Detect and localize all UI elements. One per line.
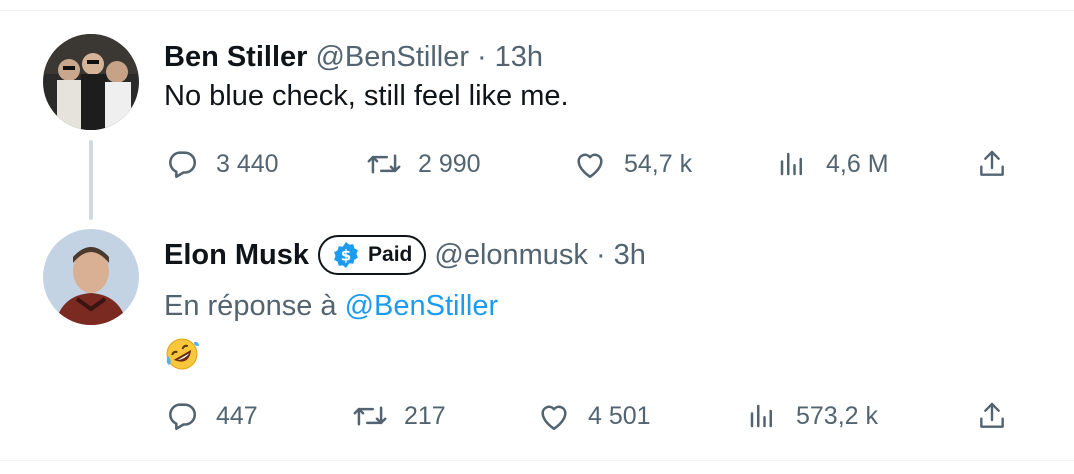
like-count: 54,7 k bbox=[624, 149, 693, 178]
thread-connector-line bbox=[89, 140, 93, 220]
badge-label: Paid bbox=[368, 243, 413, 266]
view-count: 573,2 k bbox=[796, 401, 879, 430]
author-name[interactable]: Elon Musk bbox=[164, 239, 309, 272]
tweet-1-header: Ben Stiller @BenStiller · 13h bbox=[164, 38, 543, 76]
reply-icon bbox=[164, 398, 200, 434]
reply-button[interactable]: 3 440 bbox=[164, 146, 279, 182]
retweet-button[interactable]: 217 bbox=[352, 398, 446, 434]
author-name[interactable]: Ben Stiller bbox=[164, 41, 307, 74]
heart-icon bbox=[536, 398, 572, 434]
dollar-badge-icon: $ bbox=[332, 241, 360, 269]
retweet-count: 2 990 bbox=[418, 149, 481, 178]
reply-button[interactable]: 447 bbox=[164, 398, 258, 434]
retweet-count: 217 bbox=[404, 401, 446, 430]
author-handle[interactable]: @elonmusk bbox=[434, 239, 588, 272]
heart-icon bbox=[572, 146, 608, 182]
retweet-icon bbox=[366, 146, 402, 182]
separator-dot: · bbox=[477, 40, 487, 73]
author-handle[interactable]: @BenStiller bbox=[315, 41, 469, 74]
separator-dot: · bbox=[595, 238, 606, 271]
share-button[interactable] bbox=[974, 398, 1010, 434]
share-button[interactable] bbox=[974, 146, 1010, 182]
retweet-button[interactable]: 2 990 bbox=[366, 146, 481, 182]
like-button[interactable]: 4 501 bbox=[536, 398, 651, 434]
like-count: 4 501 bbox=[588, 401, 651, 430]
reply-icon bbox=[164, 146, 200, 182]
tweet-2-header: Elon Musk $ Paid @elonmusk · 3h bbox=[164, 234, 646, 276]
top-divider bbox=[0, 10, 1074, 11]
share-icon bbox=[974, 398, 1010, 434]
views-button[interactable]: 573,2 k bbox=[744, 398, 878, 434]
reply-mention-link[interactable]: @BenStiller bbox=[345, 290, 499, 322]
retweet-icon bbox=[352, 398, 388, 434]
svg-text:$: $ bbox=[341, 247, 351, 265]
paid-badge[interactable]: $ Paid bbox=[318, 235, 427, 275]
reply-count: 3 440 bbox=[216, 149, 279, 178]
analytics-bar-icon bbox=[774, 146, 810, 182]
analytics-bar-icon bbox=[744, 398, 780, 434]
rolling-on-floor-laughing-emoji-icon bbox=[164, 336, 200, 372]
tweet-timestamp[interactable]: 3h bbox=[614, 239, 646, 272]
reply-count: 447 bbox=[216, 401, 258, 430]
share-icon bbox=[974, 146, 1010, 182]
tweet-timestamp[interactable]: 13h bbox=[495, 41, 543, 74]
view-count: 4,6 M bbox=[826, 149, 889, 178]
reply-context: En réponse à @BenStiller bbox=[164, 290, 498, 323]
avatar-elon-musk[interactable] bbox=[43, 229, 139, 325]
tweet-text: No blue check, still feel like me. bbox=[164, 80, 569, 112]
like-button[interactable]: 54,7 k bbox=[572, 146, 692, 182]
reply-prefix: En réponse à bbox=[164, 290, 337, 322]
bottom-divider bbox=[0, 460, 1074, 461]
views-button[interactable]: 4,6 M bbox=[774, 146, 889, 182]
avatar-ben-stiller[interactable] bbox=[43, 34, 139, 130]
